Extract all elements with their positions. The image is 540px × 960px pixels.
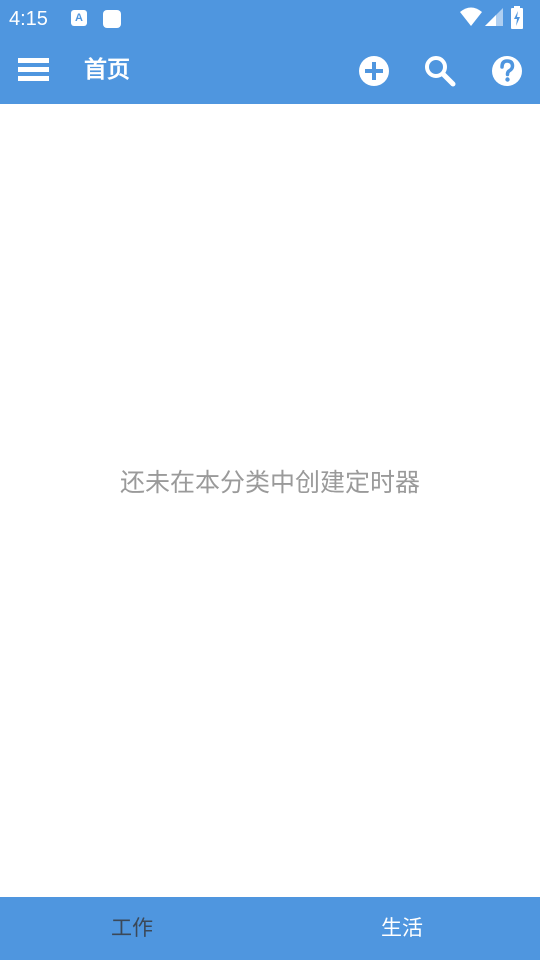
text-a-icon: A [71,10,87,26]
toolbar: 首页 [0,37,540,104]
tab-life[interactable]: 生活 [270,897,534,960]
page-title: 首页 [84,57,130,83]
menu-icon [18,58,49,81]
search-button[interactable] [420,51,460,91]
status-bar: 4:15 A [0,0,540,37]
tab-work[interactable]: 工作 [0,897,264,960]
add-button[interactable] [354,51,394,91]
bottom-tab-bar: 工作 生活 [0,897,540,960]
battery-charging-icon [511,6,523,29]
help-circle-icon [492,56,522,86]
empty-state-message: 还未在本分类中创建定时器 [119,468,420,497]
wifi-icon [460,7,482,26]
help-button[interactable] [487,51,527,91]
status-time: 4:15 [9,8,48,30]
add-circle-icon [359,56,389,86]
menu-button[interactable] [14,51,54,91]
text-a-icon-label: A [75,12,83,24]
app-screen: 4:15 A 首页 还未在本分类中创建定时器 工作 生活 [0,0,540,960]
signal-icon [485,8,503,26]
square-notification-icon [103,10,121,28]
main-content: 还未在本分类中创建定时器 [0,104,540,897]
search-icon [425,56,456,87]
status-icons [460,6,532,30]
